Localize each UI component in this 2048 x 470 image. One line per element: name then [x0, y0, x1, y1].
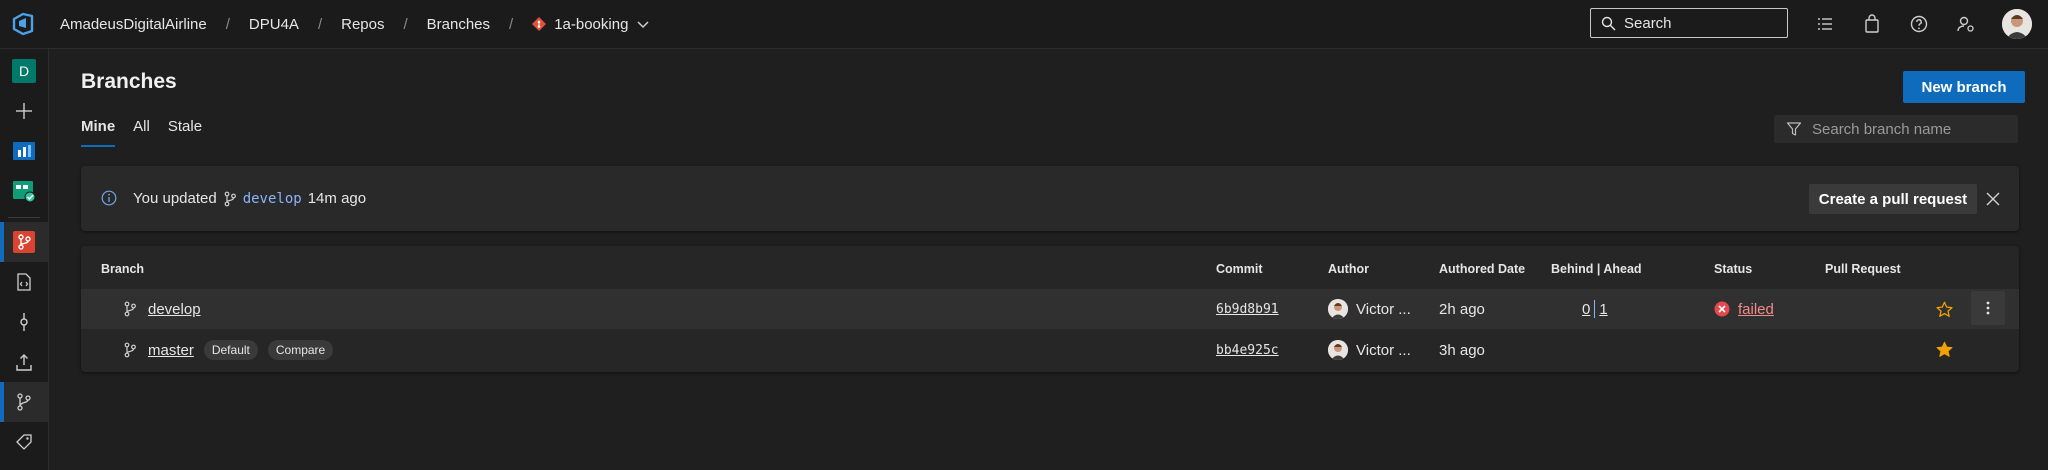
behind-ahead-divider: [1594, 300, 1596, 318]
banner-time: 14m ago: [307, 190, 367, 207]
filter-icon: [1786, 122, 1802, 136]
compare-badge[interactable]: Compare: [267, 340, 334, 360]
author-name: Victor ...: [1356, 341, 1411, 359]
tab-all[interactable]: All: [133, 118, 150, 147]
default-badge: Default: [203, 340, 258, 360]
status-link[interactable]: failed: [1738, 301, 1774, 318]
tags-icon[interactable]: [0, 422, 48, 462]
breadcrumb: AmadeusDigitalAirline / DPU4A / Repos / …: [60, 0, 650, 48]
column-header-commit: Commit: [1216, 262, 1263, 276]
breadcrumb-repos[interactable]: Repos: [341, 16, 384, 33]
author-avatar: [1328, 340, 1348, 360]
column-header-author: Author: [1328, 262, 1369, 276]
branch-link[interactable]: develop: [148, 301, 201, 318]
status-cell: failed: [1714, 289, 1774, 329]
more-actions-button[interactable]: [1971, 291, 2005, 325]
branch-icon: [224, 191, 236, 206]
column-header-pull-request: Pull Request: [1825, 262, 1901, 276]
add-icon[interactable]: [0, 91, 48, 131]
repos-icon[interactable]: [0, 222, 48, 262]
author-cell: Victor ...: [1328, 289, 1411, 329]
column-header-behind-ahead: Behind | Ahead: [1551, 262, 1642, 276]
global-search-box[interactable]: Search: [1590, 8, 1788, 38]
commit-link[interactable]: bb4e925c: [1216, 343, 1279, 358]
branch-tabs: Mine All Stale: [81, 118, 202, 147]
filter-placeholder: Search branch name: [1812, 120, 1952, 138]
banner-prefix: You updated: [133, 190, 217, 207]
pushes-icon[interactable]: [0, 342, 48, 382]
star-filled-icon[interactable]: [1936, 341, 1953, 358]
top-bar: AmadeusDigitalAirline / DPU4A / Repos / …: [0, 0, 2048, 49]
repo-name: 1a-booking: [554, 15, 629, 33]
author-name: Victor ...: [1356, 300, 1411, 318]
repo-selector[interactable]: 1a-booking: [532, 16, 650, 33]
branch-cell: develop: [123, 289, 201, 329]
ahead-count[interactable]: 1: [1599, 301, 1607, 318]
column-header-status: Status: [1714, 262, 1753, 276]
more-vertical-icon: [1986, 301, 1990, 315]
page-title: Branches: [81, 70, 177, 93]
authored-date: 2h ago: [1439, 300, 1485, 318]
branch-cell: master Default Compare: [123, 330, 334, 370]
breadcrumb-project[interactable]: DPU4A: [249, 16, 299, 33]
branches-icon[interactable]: [0, 382, 48, 422]
git-repo-icon: [532, 17, 547, 31]
overview-icon[interactable]: [0, 131, 48, 171]
column-header-authored-date: Authored Date: [1439, 262, 1526, 276]
banner-message: You updated develop 14m ago: [133, 166, 366, 231]
shopping-bag-icon[interactable]: [1862, 14, 1882, 34]
authored-date: 3h ago: [1439, 341, 1485, 359]
commit-link[interactable]: 6b9d8b91: [1216, 302, 1279, 317]
branch-icon: [124, 301, 136, 317]
boards-icon[interactable]: [0, 171, 48, 211]
branches-table: Branch Commit Author Authored Date Behin…: [81, 246, 2019, 372]
branch-filter-input[interactable]: Search branch name: [1774, 115, 2018, 143]
close-icon[interactable]: [1986, 192, 2000, 206]
author-avatar: [1328, 299, 1348, 319]
recent-update-banner: You updated develop 14m ago Create a pul…: [81, 166, 2019, 231]
left-navigation-rail: D: [0, 49, 49, 470]
column-header-branch: Branch: [101, 262, 145, 276]
azure-devops-logo[interactable]: [11, 11, 37, 37]
table-row[interactable]: master Default Compare bb4e925c Victor .…: [81, 330, 2019, 370]
tab-mine[interactable]: Mine: [81, 118, 116, 147]
create-pull-request-button[interactable]: Create a pull request: [1809, 184, 1977, 214]
list-icon[interactable]: [1815, 14, 1835, 34]
project-avatar: D: [12, 59, 36, 83]
table-row[interactable]: develop 6b9d8b91 Victor ... 2h ago 0 1 f…: [81, 289, 2019, 329]
commits-icon[interactable]: [0, 302, 48, 342]
chevron-down-icon: [637, 21, 649, 29]
behind-count[interactable]: 0: [1582, 301, 1590, 318]
breadcrumb-branches[interactable]: Branches: [427, 16, 490, 33]
info-icon: [101, 190, 117, 206]
failed-status-icon: [1714, 301, 1730, 317]
behind-ahead-cell[interactable]: 0 1: [1582, 289, 1608, 329]
banner-branch-link[interactable]: develop: [243, 191, 302, 207]
breadcrumb-organization[interactable]: AmadeusDigitalAirline: [60, 16, 207, 33]
help-icon[interactable]: [1909, 14, 1929, 34]
search-icon: [1601, 16, 1616, 30]
search-placeholder: Search: [1624, 14, 1672, 32]
user-avatar[interactable]: [2002, 9, 2032, 39]
project-switcher[interactable]: D: [0, 51, 48, 91]
tab-stale[interactable]: Stale: [168, 118, 202, 147]
user-settings-icon[interactable]: [1956, 14, 1976, 34]
star-outline-icon[interactable]: [1936, 301, 1953, 318]
files-icon[interactable]: [0, 262, 48, 302]
author-cell: Victor ...: [1328, 330, 1411, 370]
branch-icon: [124, 342, 136, 358]
branch-link[interactable]: master: [148, 342, 194, 359]
rail-divider: [8, 217, 40, 218]
new-branch-button[interactable]: New branch: [1903, 71, 2025, 103]
